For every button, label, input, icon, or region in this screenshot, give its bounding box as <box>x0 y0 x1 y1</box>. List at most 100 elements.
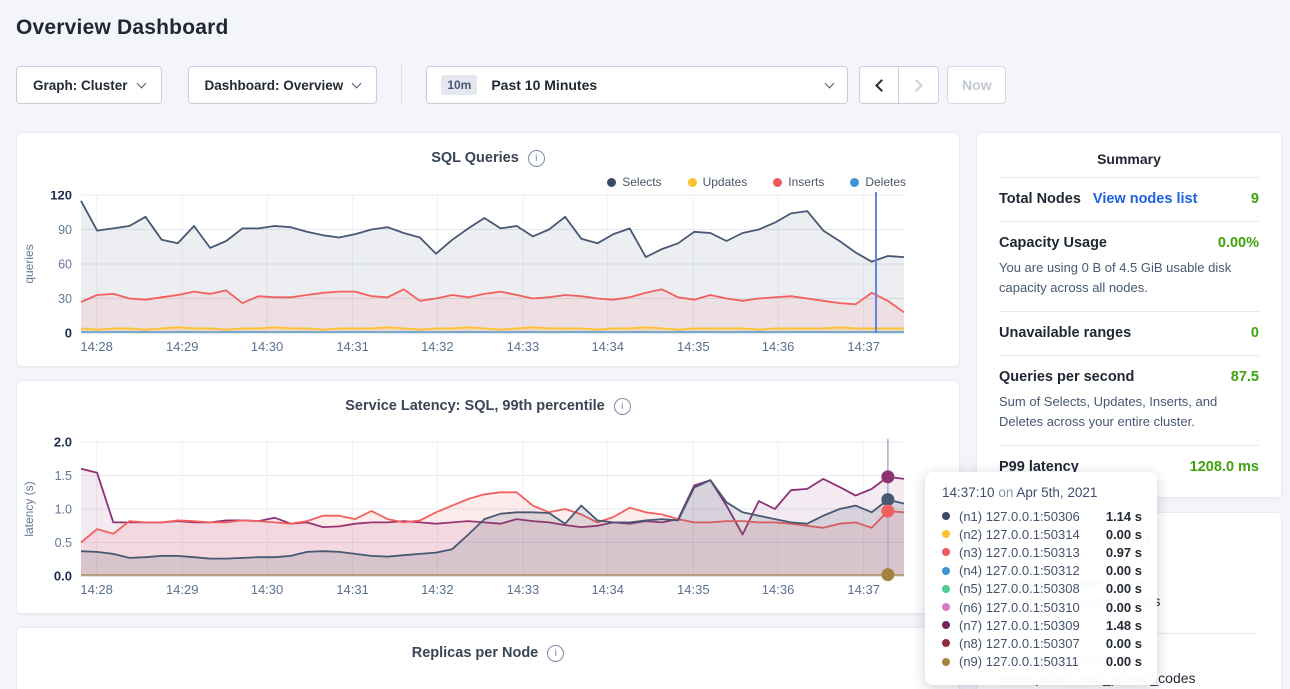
svg-text:14:34: 14:34 <box>591 339 624 354</box>
tooltip-node-value: 1.14 s <box>1106 509 1142 524</box>
svg-text:0.5: 0.5 <box>55 536 72 550</box>
series-color-dot <box>942 621 950 629</box>
svg-text:14:36: 14:36 <box>762 339 795 354</box>
charts-column: SQL Queries i SelectsUpdatesInsertsDelet… <box>16 132 960 689</box>
svg-text:14:34: 14:34 <box>591 582 624 597</box>
chart-hover-tooltip: 14:37:10 on Apr 5th, 2021 (n1) 127.0.0.1… <box>925 472 1157 685</box>
legend-item-inserts[interactable]: Inserts <box>773 173 824 191</box>
svg-text:1.0: 1.0 <box>55 503 72 517</box>
tooltip-node-value: 0.00 s <box>1106 527 1142 542</box>
summary-header: Summary <box>999 147 1259 177</box>
tooltip-node-row: (n4) 127.0.0.1:50312 0.00 s <box>942 562 1142 580</box>
now-button[interactable]: Now <box>947 66 1006 104</box>
svg-text:14:32: 14:32 <box>421 339 454 354</box>
svg-text:120: 120 <box>50 191 72 203</box>
toolbar-divider <box>401 65 402 105</box>
summary-value: 0 <box>1251 325 1259 341</box>
svg-text:queries: queries <box>22 244 36 283</box>
info-icon[interactable]: i <box>528 150 545 167</box>
tooltip-node-row: (n1) 127.0.0.1:50306 1.14 s <box>942 507 1142 525</box>
replicas-per-node-card: Replicas per Node i <box>16 627 960 689</box>
series-color-dot <box>942 567 950 575</box>
series-color-dot <box>942 530 950 538</box>
tooltip-node-value: 0.00 s <box>1106 563 1142 578</box>
time-step-buttons <box>859 66 939 104</box>
sql-queries-card: SQL Queries i SelectsUpdatesInsertsDelet… <box>16 132 960 367</box>
svg-text:14:37: 14:37 <box>847 339 880 354</box>
tooltip-node-label: (n2) 127.0.0.1:50314 <box>959 527 1080 542</box>
time-range-badge: 10m <box>441 75 477 95</box>
tooltip-node-row: (n8) 127.0.0.1:503070.00 s <box>942 634 1142 652</box>
summary-row-capacity-usage: Capacity Usage 0.00% You are using 0 B o… <box>999 221 1259 311</box>
svg-text:2.0: 2.0 <box>54 435 72 450</box>
service-latency-title: Service Latency: SQL, 99th percentile <box>345 398 605 414</box>
time-next-button[interactable] <box>899 66 939 104</box>
sql-queries-legend: Selects Updates Inserts Deletes <box>17 173 959 191</box>
summary-row-queries-per-second: Queries per second 87.5 Sum of Selects, … <box>999 355 1259 445</box>
svg-text:30: 30 <box>58 292 72 306</box>
chevron-left-icon <box>875 79 888 92</box>
svg-text:14:36: 14:36 <box>762 582 795 597</box>
svg-text:90: 90 <box>58 223 72 237</box>
svg-text:14:37: 14:37 <box>847 582 880 597</box>
svg-text:14:33: 14:33 <box>507 582 540 597</box>
summary-value: 9 <box>1251 191 1259 207</box>
tooltip-node-row: (n9) 127.0.0.1:50311 0.00 s <box>942 653 1142 671</box>
view-nodes-list-link[interactable]: View nodes list <box>1093 191 1198 207</box>
legend-dot <box>773 178 782 187</box>
tooltip-node-value: 0.00 s <box>1106 600 1142 615</box>
service-latency-chart[interactable]: 0.00.51.01.52.014:2814:2914:3014:3114:32… <box>17 419 959 611</box>
tooltip-node-label: (n1) 127.0.0.1:50306 <box>959 509 1080 524</box>
svg-text:latency (s): latency (s) <box>22 481 36 536</box>
tooltip-node-row: (n5) 127.0.0.1:503080.00 s <box>942 580 1142 598</box>
svg-text:14:30: 14:30 <box>251 339 284 354</box>
tooltip-timestamp: 14:37:10 on Apr 5th, 2021 <box>942 485 1142 500</box>
tooltip-node-label: (n9) 127.0.0.1:50311 <box>959 654 1079 669</box>
tooltip-node-label: (n6) 127.0.0.1:50310 <box>959 600 1080 615</box>
chevron-down-icon <box>352 78 362 88</box>
svg-text:1.5: 1.5 <box>55 469 72 483</box>
sql-queries-chart[interactable]: 030609012014:2814:2914:3014:3114:3214:33… <box>17 191 959 363</box>
legend-label: Inserts <box>788 175 824 189</box>
dashboard-dropdown[interactable]: Dashboard: Overview <box>188 66 378 104</box>
svg-text:60: 60 <box>58 258 72 272</box>
svg-text:0.0: 0.0 <box>54 569 72 584</box>
time-range-dropdown[interactable]: 10m Past 10 Minutes <box>426 66 848 104</box>
svg-text:14:28: 14:28 <box>80 339 113 354</box>
legend-item-selects[interactable]: Selects <box>607 173 661 191</box>
svg-text:0: 0 <box>65 326 72 341</box>
summary-row-total-nodes: Total Nodes View nodes list 9 <box>999 177 1259 221</box>
tooltip-node-value: 0.97 s <box>1106 545 1142 560</box>
chevron-down-icon <box>136 78 146 88</box>
svg-text:14:35: 14:35 <box>677 339 710 354</box>
info-icon[interactable]: i <box>547 645 564 662</box>
tooltip-node-label: (n7) 127.0.0.1:50309 <box>959 618 1080 633</box>
time-range-label: Past 10 Minutes <box>491 77 597 93</box>
svg-text:14:35: 14:35 <box>677 582 710 597</box>
page-title: Overview Dashboard <box>0 0 1290 40</box>
tooltip-node-label: (n4) 127.0.0.1:50312 <box>959 563 1080 578</box>
legend-item-deletes[interactable]: Deletes <box>850 173 906 191</box>
summary-label: Unavailable ranges <box>999 325 1131 341</box>
series-color-dot <box>942 639 950 647</box>
replicas-per-node-title: Replicas per Node <box>412 645 539 661</box>
summary-value: 1208.0 ms <box>1190 459 1259 475</box>
series-color-dot <box>942 512 950 520</box>
info-icon[interactable]: i <box>614 398 631 415</box>
tooltip-node-value: 0.00 s <box>1106 654 1142 669</box>
svg-text:14:29: 14:29 <box>166 339 199 354</box>
legend-item-updates[interactable]: Updates <box>688 173 748 191</box>
service-latency-card: Service Latency: SQL, 99th percentile i … <box>16 380 960 614</box>
graph-dropdown[interactable]: Graph: Cluster <box>16 66 162 104</box>
summary-label: Queries per second <box>999 369 1134 385</box>
legend-label: Updates <box>703 175 748 189</box>
tooltip-node-label: (n8) 127.0.0.1:50307 <box>959 636 1080 651</box>
chevron-down-icon <box>825 78 835 88</box>
svg-text:14:30: 14:30 <box>251 582 284 597</box>
time-prev-button[interactable] <box>859 66 899 104</box>
summary-value: 0.00% <box>1218 235 1259 251</box>
summary-value: 87.5 <box>1231 369 1259 385</box>
svg-text:14:31: 14:31 <box>336 339 369 354</box>
legend-label: Deletes <box>865 175 906 189</box>
graph-dropdown-label: Graph: Cluster <box>33 78 128 93</box>
